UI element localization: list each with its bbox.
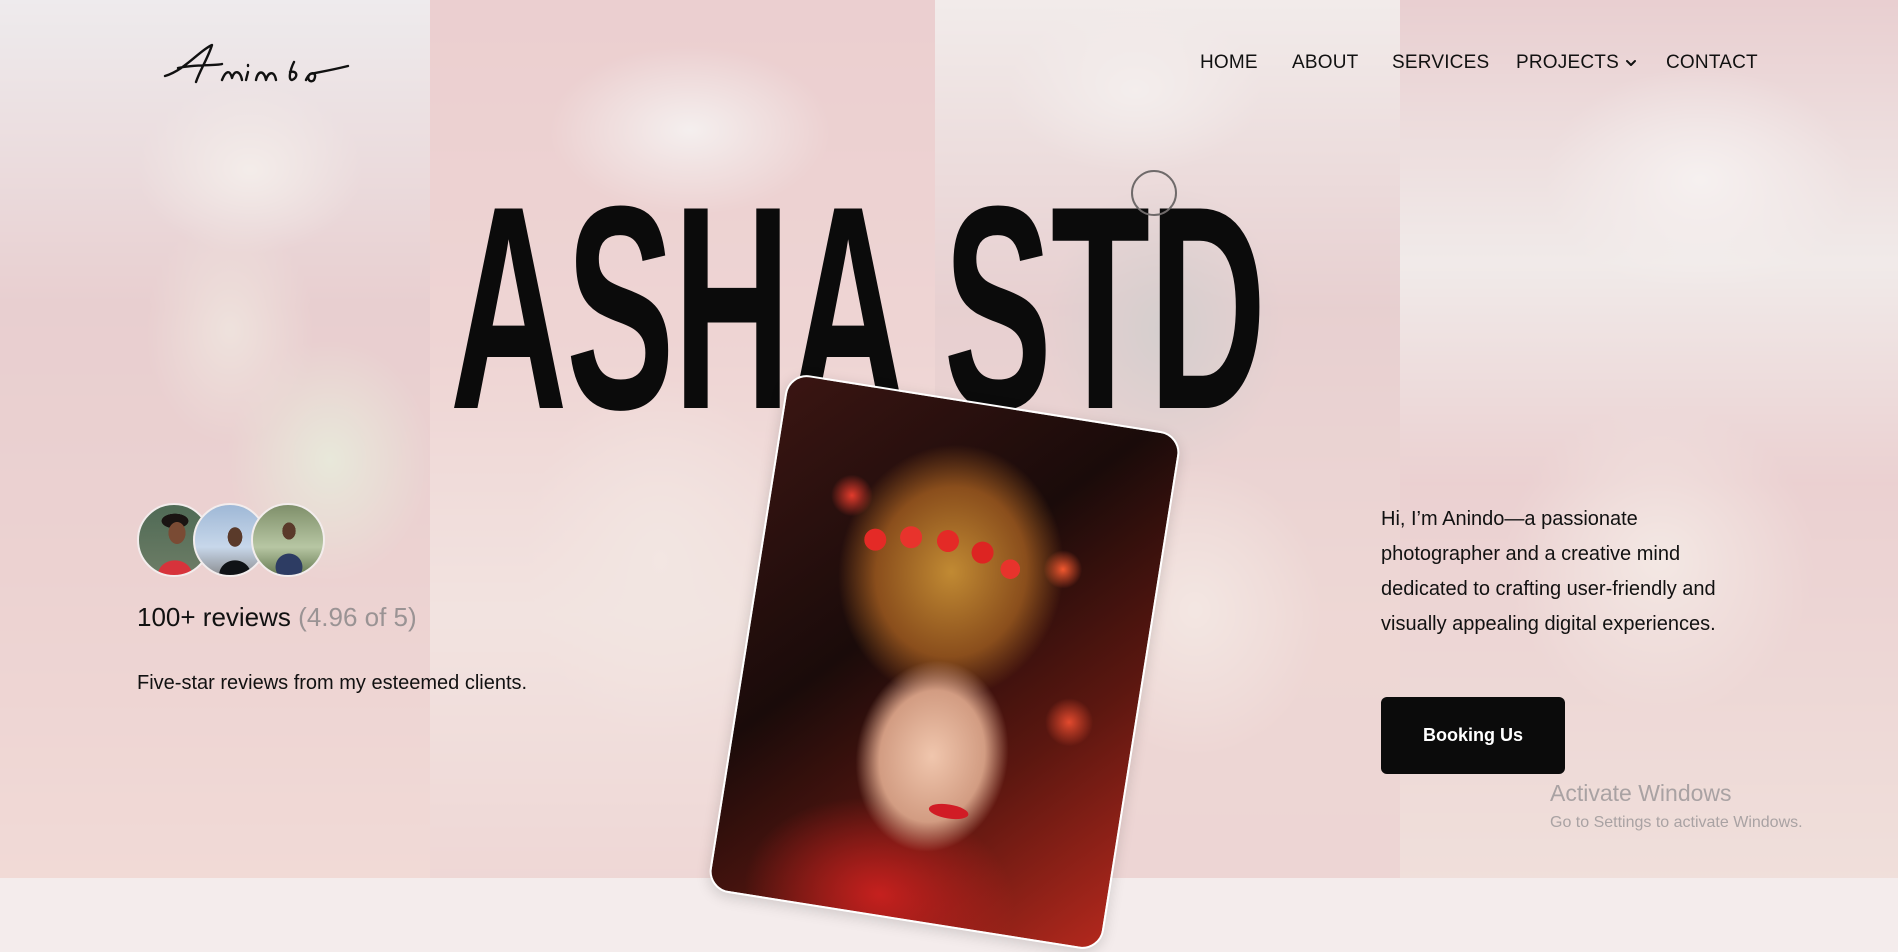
watermark-title: Activate Windows — [1550, 780, 1732, 806]
photo-rose-crown — [850, 506, 1029, 593]
cursor-ring-icon — [1131, 170, 1177, 216]
nav-home[interactable]: HOME — [1200, 52, 1258, 74]
booking-button[interactable]: Booking Us — [1381, 697, 1565, 774]
photo-detail — [927, 801, 970, 822]
intro-text: Hi, I’m Anindo—a passionate photographer… — [1381, 508, 1716, 635]
reviews-rating: (4.96 of 5) — [298, 602, 417, 632]
nav-projects[interactable]: PROJECTS — [1516, 52, 1637, 74]
nav-services[interactable]: SERVICES — [1392, 52, 1489, 74]
watermark-subtitle: Go to Settings to activate Windows. — [1550, 814, 1803, 831]
reviews-count: 100+ reviews — [137, 602, 291, 632]
nav-projects-label: PROJECTS — [1516, 52, 1619, 73]
nav-contact[interactable]: CONTACT — [1666, 52, 1758, 74]
main-nav: HOME ABOUT SERVICES PROJECTS CONTACT — [0, 52, 1898, 80]
reviews-description: Five-star reviews from my esteemed clien… — [137, 672, 528, 694]
featured-bride-photo — [706, 372, 1183, 952]
chevron-down-icon — [1625, 60, 1636, 66]
windows-activation-watermark: Activate Windows Go to Settings to activ… — [1550, 779, 1803, 835]
nav-about[interactable]: ABOUT — [1292, 52, 1358, 74]
reviews-summary: 100+ reviews (4.96 of 5) — [137, 602, 417, 633]
avatar — [251, 503, 325, 577]
